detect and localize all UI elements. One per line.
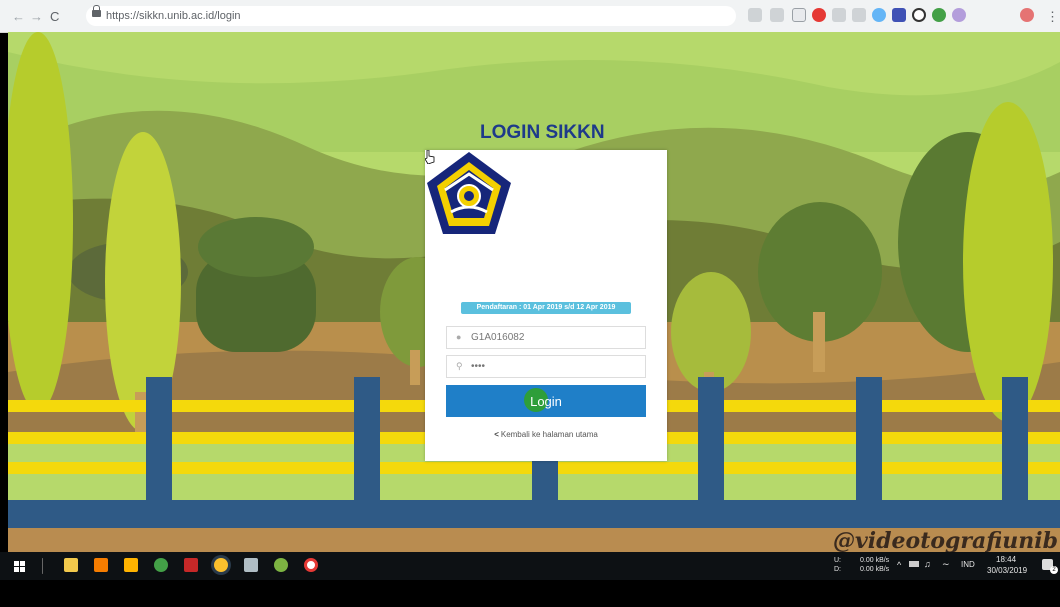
language-indicator[interactable]: IND	[961, 560, 975, 569]
page-title: LOGIN SIKKN	[480, 122, 605, 143]
notification-count: 2	[1050, 566, 1058, 574]
user-icon: ●	[456, 332, 462, 342]
download-label: D:	[834, 566, 841, 573]
taskbar-divider	[42, 558, 43, 574]
upload-label: U:	[834, 557, 841, 564]
app-icon[interactable]	[274, 558, 288, 572]
registration-period-badge: Pendaftaran : 01 Apr 2019 s/d 12 Apr 201…	[461, 302, 631, 314]
clock-date[interactable]: 30/03/2019	[987, 566, 1027, 575]
wifi-icon[interactable]: ∼	[942, 559, 950, 570]
sublime-icon[interactable]	[124, 558, 138, 572]
back-to-home-link[interactable]: < Kembali ke halaman utama	[425, 430, 667, 439]
browser-toolbar: ← → C https://sikkn.unib.ac.id/login ⋮	[0, 0, 1060, 33]
php-icon[interactable]	[952, 8, 966, 22]
upload-speed: 0.00 kB/s	[860, 557, 890, 564]
back-link-label: Kembali ke halaman utama	[500, 430, 598, 439]
record-icon[interactable]	[304, 558, 318, 572]
key-icon[interactable]	[748, 8, 762, 22]
chrome-icon[interactable]	[214, 558, 228, 572]
recycle-icon[interactable]	[852, 8, 866, 22]
reload-icon[interactable]: C	[50, 9, 59, 24]
hand-cursor-icon	[425, 150, 435, 164]
clock-time[interactable]: 18:44	[996, 555, 1016, 564]
filezilla-icon[interactable]	[184, 558, 198, 572]
password-input[interactable]	[471, 359, 641, 374]
forward-icon[interactable]: →	[30, 9, 43, 24]
watermark: @videotografiunib	[833, 528, 1058, 552]
app-icon[interactable]	[244, 558, 258, 572]
back-icon[interactable]: ←	[12, 9, 25, 24]
university-logo	[427, 152, 511, 234]
url-text[interactable]: https://sikkn.unib.ac.id/login	[106, 10, 241, 22]
menu-icon[interactable]: ⋮	[1046, 9, 1059, 25]
star-icon[interactable]	[792, 8, 806, 22]
username-field[interactable]: ●	[446, 326, 646, 349]
taskbar: U: D: 0.00 kB/s 0.00 kB/s ^ ♫ ∼ IND 18:4…	[0, 552, 1060, 580]
volume-icon[interactable]: ♫	[924, 559, 931, 569]
extension-icon[interactable]	[872, 8, 886, 22]
battery-icon[interactable]	[909, 561, 919, 567]
page-viewport: LOGIN SIKKN Pendaftaran : 01 Apr 2019 s/…	[8, 32, 1060, 552]
login-button-label: Login	[530, 393, 562, 409]
cast-icon[interactable]	[832, 8, 846, 22]
username-input[interactable]	[471, 330, 641, 345]
extension-icon[interactable]	[892, 8, 906, 22]
screen-bottom-border	[0, 580, 1060, 607]
key-icon: ⚲	[456, 361, 463, 371]
adblock-icon[interactable]	[812, 8, 826, 22]
lock-icon	[92, 5, 101, 17]
app-icon[interactable]	[94, 558, 108, 572]
file-explorer-icon[interactable]	[64, 558, 78, 572]
extension-icon[interactable]	[912, 8, 926, 22]
chevron-up-icon[interactable]: ^	[897, 560, 901, 570]
extension-icon[interactable]	[932, 8, 946, 22]
chevron-left-icon: <	[494, 430, 499, 439]
login-button[interactable]: Login	[446, 385, 646, 417]
translate-icon[interactable]	[770, 8, 784, 22]
profile-avatar[interactable]	[1020, 8, 1034, 22]
password-field[interactable]: ⚲	[446, 355, 646, 378]
windows-start-icon[interactable]	[14, 561, 25, 572]
app-icon[interactable]	[154, 558, 168, 572]
download-speed: 0.00 kB/s	[860, 566, 890, 573]
login-card: Pendaftaran : 01 Apr 2019 s/d 12 Apr 201…	[425, 150, 667, 461]
